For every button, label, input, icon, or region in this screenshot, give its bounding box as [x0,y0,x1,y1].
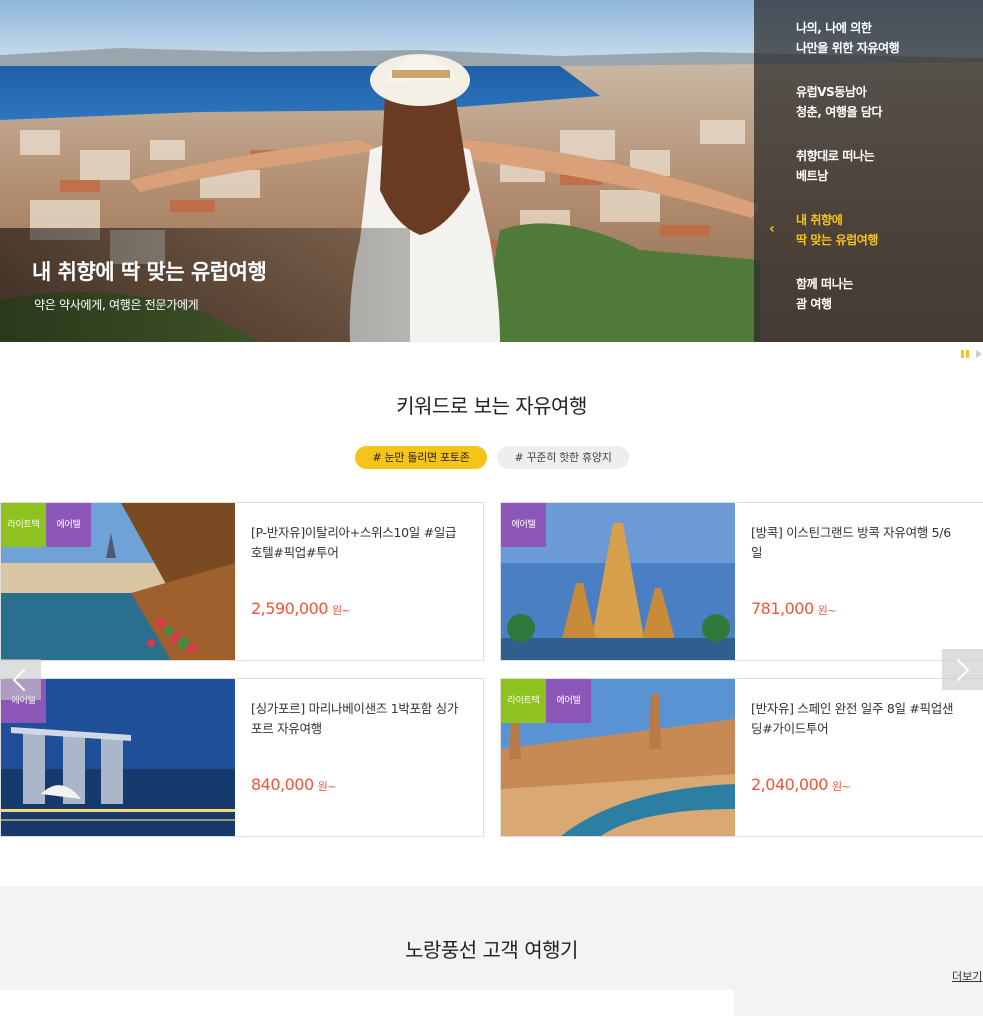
price-unit: 원~ [817,604,837,617]
menu-item-line: 나의, 나에 의한 [796,21,872,35]
hero-title: 내 취향에 딱 맞는 유럽여행 [32,260,267,284]
keyword-section-title: 키워드로 보는 자유여행 [396,394,587,418]
hero-menu-item-4[interactable]: 내 취향에 딱 맞는 유럽여행 [796,210,878,250]
menu-item-line: 함께 떠나는 [796,277,853,291]
hero-menu-item-5[interactable]: 함께 떠나는 괌 여행 [796,274,853,314]
product-title: [P-반자유]이탈리아+스위스10일 #일급호텔#픽업#투어 [251,525,457,560]
product-title: [싱가포르] 마리나베이샌즈 1박포함 싱가포르 자유여행 [251,701,459,736]
keyword-chip-resort[interactable]: # 꾸준히 핫한 휴양지 [497,446,629,469]
price-unit: 원~ [331,604,351,617]
price-value: 2,040,000 [751,775,828,794]
product-card-bangkok[interactable]: 에어텔 [방콕] 이스틴그랜드 방콕 자유여행 5/6일 781,000 원~ [500,502,983,661]
chevron-right-icon [946,658,970,682]
menu-item-line: 나만을 위한 자유여행 [796,41,900,55]
menu-item-line: 청춘, 여행을 담다 [796,105,883,119]
hero-banner: 내 취향에 딱 맞는 유럽여행 약은 약사에게, 여행은 전문가에게 나의, 나… [0,0,983,342]
product-card-italy[interactable]: 라이트텍 에어텔 [P-반자유]이탈리아+스위스10일 #일급호텔#픽업#투어 … [0,502,484,661]
hero-menu-item-3[interactable]: 취향대로 떠나는 베트남 [796,146,875,186]
menu-item-line: 내 취향에 [796,213,843,227]
menu-item-line: 베트남 [796,169,828,183]
review-list-area [0,990,734,1016]
product-price: 2,590,000 원~ [251,599,351,618]
menu-item-line: 딱 맞는 유럽여행 [796,233,879,247]
product-card-singapore[interactable]: 에어텔 [싱가포르] 마리나베이샌즈 1박포함 싱가포르 자유여행 840,00… [0,678,484,837]
price-value: 781,000 [751,599,814,618]
price-unit: 원~ [831,780,851,793]
hero-menu-item-2[interactable]: 유럽VS동남아 청춘, 여행을 담다 [796,82,883,122]
hero-menu: 나의, 나에 의한 나만을 위한 자유여행 유럽VS동남아 청춘, 여행을 담다… [754,0,983,342]
price-unit: 원~ [317,780,337,793]
play-icon[interactable] [976,350,982,358]
hero-subtitle: 약은 약사에게, 여행은 전문가에게 [34,298,199,312]
menu-item-line: 취향대로 떠나는 [796,149,875,163]
next-slide-button[interactable] [942,649,983,690]
badge-airtel: 에어텔 [546,679,591,723]
badge-lighttek: 라이트텍 [1,503,46,547]
price-value: 840,000 [251,775,314,794]
product-price: 840,000 원~ [251,775,337,794]
prev-slide-button[interactable] [0,659,41,700]
product-price: 2,040,000 원~ [751,775,851,794]
product-title: [반자유] 스페인 완전 일주 8일 #픽업샌딩#가이드투어 [751,701,954,736]
review-section-title: 노랑풍선 고객 여행기 [405,938,578,962]
badge-airtel: 에어텔 [501,503,546,547]
menu-item-line: 괌 여행 [796,297,832,311]
hero-menu-item-1[interactable]: 나의, 나에 의한 나만을 위한 자유여행 [796,18,900,58]
chevron-left-icon [12,668,36,692]
keyword-chip-photo[interactable]: # 눈만 돌리면 포토존 [355,446,487,469]
chevron-left-icon: ‹ [769,221,775,237]
price-value: 2,590,000 [251,599,328,618]
more-link[interactable]: 더보기 [952,968,982,984]
pause-icon[interactable] [961,350,969,358]
product-title: [방콕] 이스틴그랜드 방콕 자유여행 5/6일 [751,525,951,560]
product-card-spain[interactable]: 라이트텍 에어텔 [반자유] 스페인 완전 일주 8일 #픽업샌딩#가이드투어 … [500,678,983,837]
menu-item-line: 유럽VS동남아 [796,85,867,99]
badge-airtel: 에어텔 [46,503,91,547]
product-price: 781,000 원~ [751,599,837,618]
badge-lighttek: 라이트텍 [501,679,546,723]
